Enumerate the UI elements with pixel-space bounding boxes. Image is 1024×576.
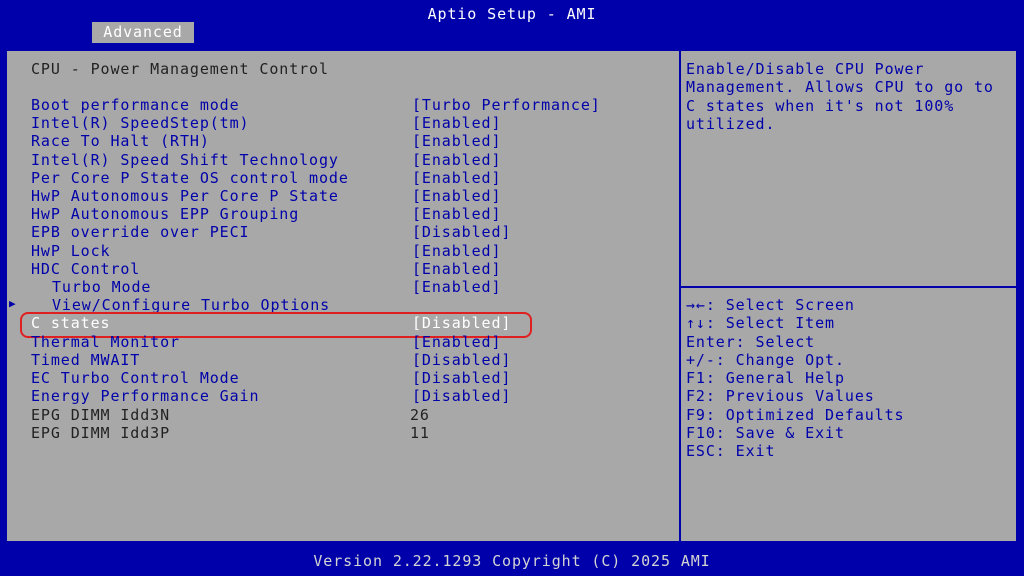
- vertical-divider: [679, 49, 681, 543]
- setting-value[interactable]: [Enabled]: [412, 114, 501, 132]
- setting-value[interactable]: [Disabled]: [412, 369, 511, 387]
- setting-label: EPG DIMM Idd3N: [31, 406, 171, 424]
- setting-epg-dimm-idd3n: EPG DIMM Idd3N 26: [31, 406, 429, 424]
- setting-label: Boot performance mode: [31, 96, 240, 114]
- setting-label: Timed MWAIT: [31, 351, 141, 369]
- setting-value[interactable]: [Disabled]: [412, 351, 511, 369]
- title-bar: Aptio Setup - AMI Advanced: [0, 0, 1024, 43]
- setting-value[interactable]: [Enabled]: [412, 187, 501, 205]
- setting-thermal-monitor[interactable]: Thermal Monitor [Enabled]: [31, 333, 500, 351]
- page-title: CPU - Power Management Control: [31, 60, 329, 78]
- setting-value[interactable]: [Enabled]: [412, 151, 501, 169]
- setting-label: HwP Autonomous Per Core P State: [31, 187, 339, 205]
- help-text: Enable/Disable CPU Power Management. All…: [686, 60, 994, 133]
- setting-hdc-control[interactable]: HDC Control [Enabled]: [31, 260, 500, 278]
- setting-value[interactable]: [Enabled]: [412, 333, 501, 351]
- setting-label: HwP Autonomous EPP Grouping: [31, 205, 300, 223]
- setting-label: Intel(R) SpeedStep(tm): [31, 114, 250, 132]
- setting-label: Turbo Mode: [52, 278, 152, 296]
- setting-label: Thermal Monitor: [31, 333, 180, 351]
- version-footer: Version 2.22.1293 Copyright (C) 2025 AMI: [313, 552, 711, 570]
- setting-value[interactable]: [Disabled]: [412, 223, 511, 241]
- setting-ec-turbo-control-mode[interactable]: EC Turbo Control Mode [Disabled]: [31, 369, 510, 387]
- setting-value[interactable]: [Turbo Performance]: [412, 96, 601, 114]
- setting-hwp-autonomous-per-core[interactable]: HwP Autonomous Per Core P State [Enabled…: [31, 187, 500, 205]
- key-help-exit: ESC: Exit: [686, 442, 776, 460]
- setting-label: EC Turbo Control Mode: [31, 369, 240, 387]
- setting-label: HwP Lock: [31, 242, 111, 260]
- setting-value[interactable]: [Enabled]: [412, 278, 501, 296]
- help-divider: [681, 286, 1018, 288]
- setting-label: HDC Control: [31, 260, 141, 278]
- setting-hwp-autonomous-epp[interactable]: HwP Autonomous EPP Grouping [Enabled]: [31, 205, 500, 223]
- setting-label: EPB override over PECI: [31, 223, 250, 241]
- setting-label: EPG DIMM Idd3P: [31, 424, 171, 442]
- setting-value[interactable]: [Enabled]: [412, 132, 501, 150]
- setting-value[interactable]: [Enabled]: [412, 242, 501, 260]
- key-help-previous-values: F2: Previous Values: [686, 387, 875, 405]
- setting-race-to-halt[interactable]: Race To Halt (RTH) [Enabled]: [31, 132, 500, 150]
- key-help-select-item: ↑↓: Select Item: [686, 314, 835, 332]
- key-help-select-screen: →←: Select Screen: [686, 296, 855, 314]
- submenu-arrow-icon: ▶: [9, 297, 17, 310]
- app-title: Aptio Setup - AMI: [427, 5, 597, 23]
- key-help-change-opt: +/-: Change Opt.: [686, 351, 845, 369]
- setting-per-core-p-state-os-control[interactable]: Per Core P State OS control mode [Enable…: [31, 169, 500, 187]
- setting-value[interactable]: [Enabled]: [412, 205, 501, 223]
- setting-c-states[interactable]: C states [Disabled]: [31, 314, 510, 332]
- setup-panel: CPU - Power Management Control Boot perf…: [5, 49, 1018, 543]
- setting-epb-override-peci[interactable]: EPB override over PECI [Disabled]: [31, 223, 510, 241]
- setting-intel-speedstep[interactable]: Intel(R) SpeedStep(tm) [Enabled]: [31, 114, 500, 132]
- setting-label: C states: [31, 314, 111, 332]
- setting-value[interactable]: [Enabled]: [412, 169, 501, 187]
- setting-timed-mwait[interactable]: Timed MWAIT [Disabled]: [31, 351, 510, 369]
- setting-boot-performance-mode[interactable]: Boot performance mode [Turbo Performance…: [31, 96, 600, 114]
- setting-value[interactable]: [Enabled]: [412, 260, 501, 278]
- setting-energy-performance-gain[interactable]: Energy Performance Gain [Disabled]: [31, 387, 510, 405]
- footer-bar: Version 2.22.1293 Copyright (C) 2025 AMI: [0, 548, 1024, 576]
- key-help-enter: Enter: Select: [686, 333, 816, 351]
- setting-turbo-mode[interactable]: Turbo Mode [Enabled]: [31, 278, 500, 296]
- key-help-general-help: F1: General Help: [686, 369, 845, 387]
- setting-value[interactable]: [Disabled]: [412, 314, 511, 332]
- setting-label: Energy Performance Gain: [31, 387, 260, 405]
- setting-value: 11: [410, 424, 430, 442]
- key-help-save-exit: F10: Save & Exit: [686, 424, 845, 442]
- setting-value[interactable]: [Disabled]: [412, 387, 511, 405]
- setting-label: Intel(R) Speed Shift Technology: [31, 151, 339, 169]
- key-help-optimized-defaults: F9: Optimized Defaults: [686, 406, 905, 424]
- setting-value: 26: [410, 406, 430, 424]
- setting-epg-dimm-idd3p: EPG DIMM Idd3P 11: [31, 424, 429, 442]
- setting-intel-speed-shift[interactable]: Intel(R) Speed Shift Technology [Enabled…: [31, 151, 500, 169]
- tab-advanced[interactable]: Advanced: [92, 22, 194, 43]
- setting-label: Race To Halt (RTH): [31, 132, 210, 150]
- setting-hwp-lock[interactable]: HwP Lock [Enabled]: [31, 242, 500, 260]
- setting-label: Per Core P State OS control mode: [31, 169, 349, 187]
